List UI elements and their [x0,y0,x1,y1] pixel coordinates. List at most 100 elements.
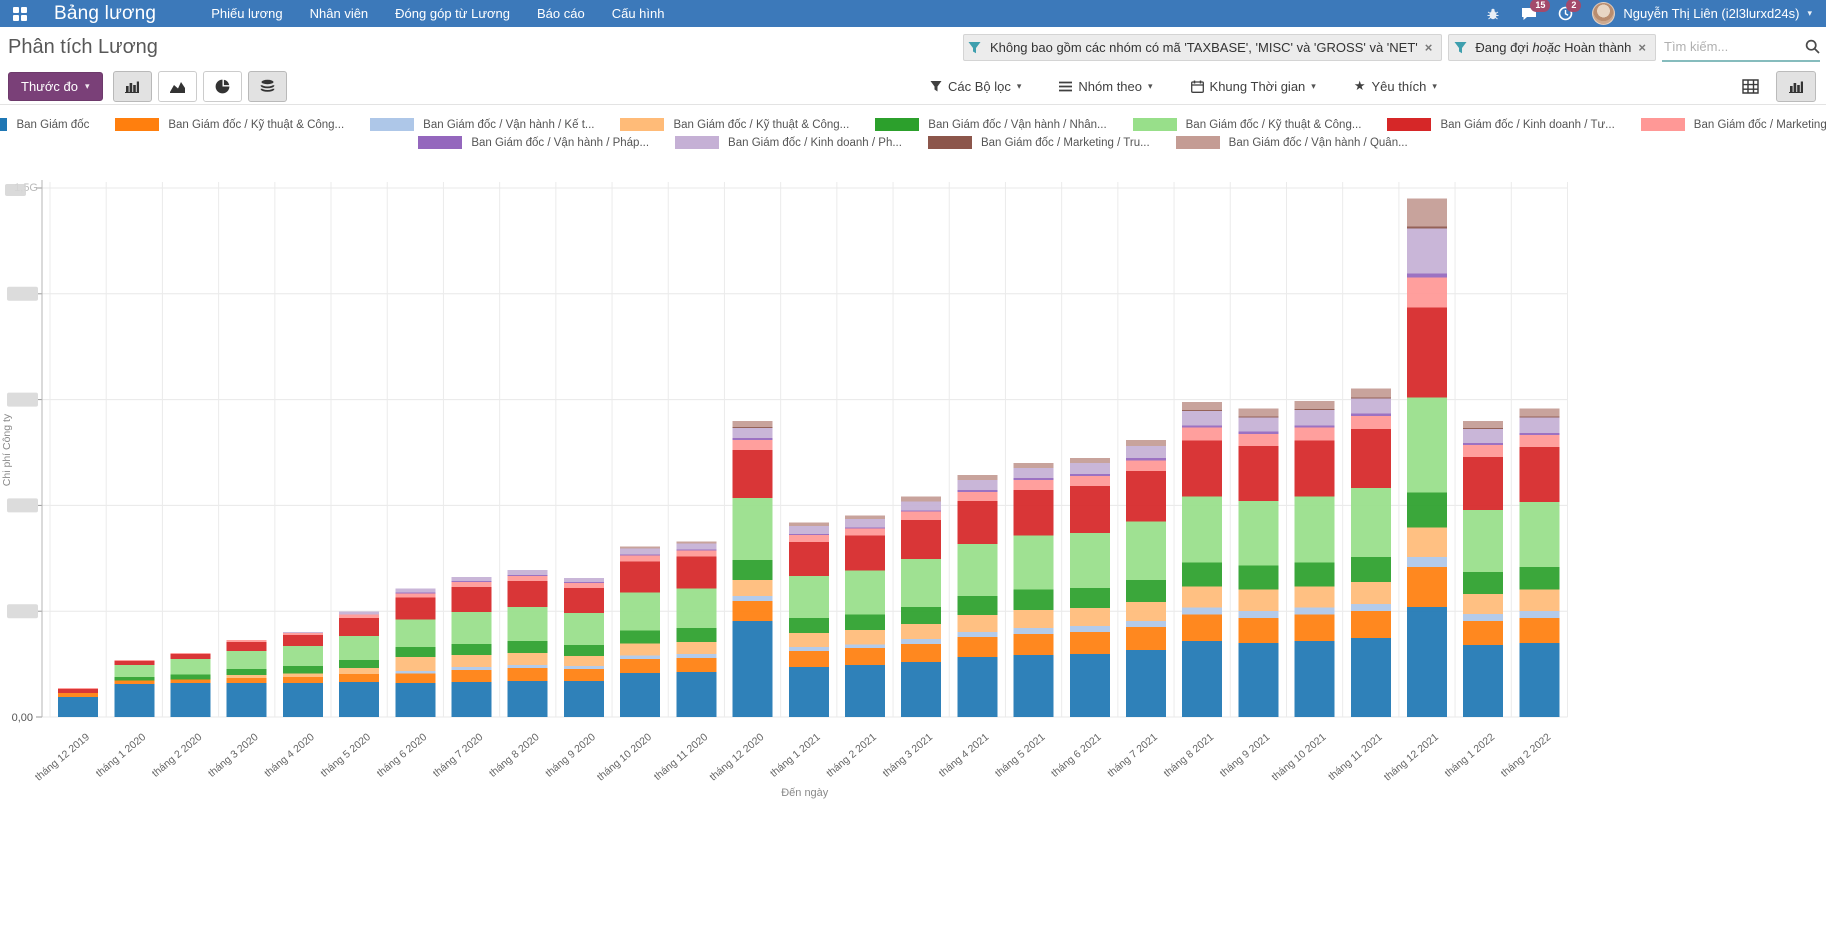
bar-segment[interactable] [620,548,660,554]
bar-segment[interactable] [1126,650,1166,717]
bar-segment[interactable] [957,596,997,615]
stacked-bar[interactable] [58,688,98,717]
filter-facet-status[interactable]: Đang đợi hoặc Hoàn thành × [1448,34,1656,61]
bar-segment[interactable] [339,674,379,682]
bar-segment[interactable] [733,596,773,601]
search-input[interactable] [1662,38,1794,55]
stacked-bar[interactable] [564,578,604,717]
bar-segment[interactable] [227,678,267,683]
bar-segment[interactable] [395,597,435,619]
bar-segment[interactable] [171,653,211,654]
bar-segment[interactable] [1407,229,1447,274]
activities-clock-icon[interactable]: 2 [1556,6,1574,22]
bar-segment[interactable] [1014,463,1054,468]
stacked-bar[interactable] [789,523,829,717]
nav-item-payslips[interactable]: Phiếu lương [211,6,282,21]
bar-segment[interactable] [114,665,154,677]
bar-segment[interactable] [676,541,716,543]
group-by-menu-button[interactable]: Nhóm theo▾ [1059,79,1152,94]
bar-segment[interactable] [957,501,997,544]
bar-segment[interactable] [901,559,941,607]
bar-segment[interactable] [1351,414,1391,416]
bar-segment[interactable] [1126,446,1166,458]
bar-segment[interactable] [733,580,773,596]
bar-segment[interactable] [1407,199,1447,227]
stacked-toggle-button[interactable] [248,71,287,102]
stacked-bar[interactable] [1070,458,1110,717]
bar-segment[interactable] [283,646,323,666]
bar-segment[interactable] [901,607,941,624]
bar-segment[interactable] [1070,626,1110,632]
bar-segment[interactable] [339,682,379,717]
bar-segment[interactable] [1463,594,1503,614]
bar-segment[interactable] [564,645,604,656]
bar-segment[interactable] [171,654,211,659]
bar-segment[interactable] [733,498,773,560]
bar-segment[interactable] [1407,226,1447,228]
legend-item[interactable]: Ban Giám đốc / Kinh doanh / Tư... [1387,118,1614,131]
bar-segment[interactable] [620,546,660,548]
bar-segment[interactable] [283,666,323,673]
bar-segment[interactable] [676,551,716,557]
legend-item[interactable]: Ban Giám đốc / Marketing / Tru... [928,136,1150,149]
bar-segment[interactable] [395,671,435,673]
bar-segment[interactable] [564,613,604,645]
bar-segment[interactable] [283,673,323,677]
filters-menu-button[interactable]: Các Bộ lọc▾ [930,79,1021,94]
legend-item[interactable]: Ban Giám đốc / Marketing / Biê... [1641,118,1826,131]
bar-segment[interactable] [1070,588,1110,608]
bar-segment[interactable] [901,624,941,639]
bar-segment[interactable] [1126,440,1166,446]
bar-segment[interactable] [901,662,941,717]
bar-segment[interactable] [227,651,267,669]
bar-segment[interactable] [1070,632,1110,654]
bar-segment[interactable] [283,677,323,683]
bar-segment[interactable] [452,682,492,717]
bar-segment[interactable] [1463,645,1503,717]
bar-segment[interactable] [845,570,885,614]
bar-segment[interactable] [1238,446,1278,501]
bar-segment[interactable] [1295,441,1335,497]
bar-segment[interactable] [283,635,323,646]
bar-segment[interactable] [171,674,211,679]
bar-segment[interactable] [1238,643,1278,717]
bar-segment[interactable] [1351,638,1391,717]
bar-segment[interactable] [620,631,660,644]
bar-segment[interactable] [789,534,829,535]
bar-segment[interactable] [676,628,716,642]
bar-segment[interactable] [564,578,604,582]
stacked-bar[interactable] [901,497,941,717]
bar-segment[interactable] [1463,614,1503,621]
bar-segment[interactable] [564,583,604,588]
stacked-bar[interactable] [283,632,323,717]
bar-segment[interactable] [339,618,379,636]
bar-segment[interactable] [1182,441,1222,497]
bar-segment[interactable] [1238,418,1278,432]
bar-segment[interactable] [1238,408,1278,416]
pivot-view-button[interactable] [1730,71,1770,102]
bar-segment[interactable] [733,450,773,498]
bar-segment[interactable] [1182,427,1222,440]
bar-segment[interactable] [789,647,829,651]
bar-segment[interactable] [957,657,997,717]
bar-segment[interactable] [1070,486,1110,533]
bar-segment[interactable] [508,576,548,581]
bar-segment[interactable] [1070,608,1110,626]
bar-segment[interactable] [676,672,716,717]
bar-segment[interactable] [901,644,941,662]
bar-segment[interactable] [901,639,941,644]
line-chart-type-button[interactable] [158,71,197,102]
legend-item[interactable]: Ban Giám đốc / Vận hành / Quân... [1176,136,1408,149]
bar-segment[interactable] [1351,416,1391,429]
bar-segment[interactable] [676,654,716,658]
bar-segment[interactable] [1182,608,1222,615]
bar-segment[interactable] [1182,615,1222,641]
bar-segment[interactable] [1126,521,1166,580]
bar-segment[interactable] [508,668,548,681]
bar-segment[interactable] [283,683,323,717]
bar-segment[interactable] [171,679,211,683]
bar-segment[interactable] [1126,458,1166,460]
bar-segment[interactable] [845,519,885,527]
bar-segment[interactable] [1519,408,1559,416]
bar-segment[interactable] [114,684,154,717]
